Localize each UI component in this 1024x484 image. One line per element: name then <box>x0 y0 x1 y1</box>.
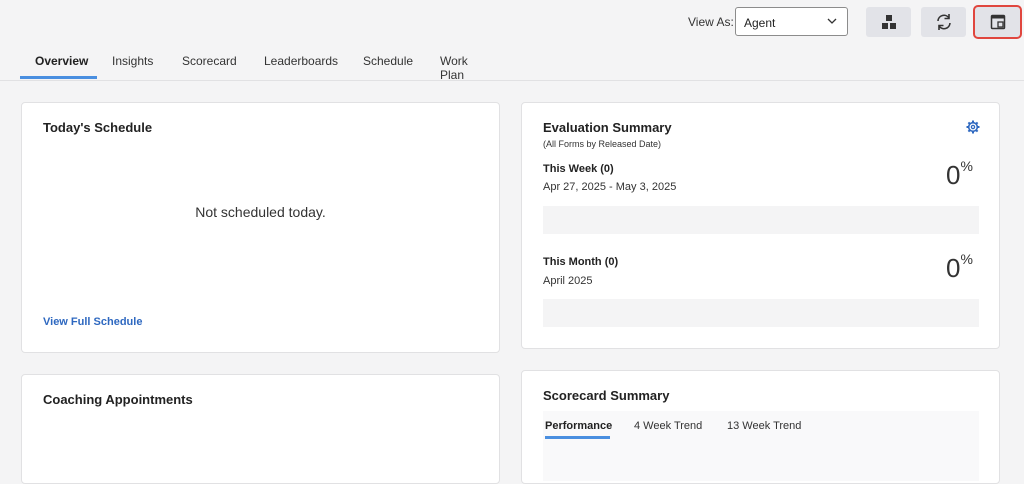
popout-window-button[interactable] <box>973 5 1022 39</box>
tab-schedule[interactable]: Schedule <box>363 54 413 81</box>
tab-work-plan[interactable]: Work Plan <box>440 54 468 82</box>
tab-leaderboards[interactable]: Leaderboards <box>264 54 338 81</box>
no-schedule-message: Not scheduled today. <box>195 204 326 220</box>
tab-selected-indicator <box>20 76 97 79</box>
view-full-schedule-link[interactable]: View Full Schedule <box>43 316 142 328</box>
todays-schedule-card: Today's Schedule Not scheduled today. Vi… <box>21 102 500 353</box>
this-month-percent: 0% <box>946 251 973 283</box>
this-week-percent: 0% <box>946 158 973 190</box>
org-chart-icon <box>881 15 896 29</box>
view-as-label: View As: <box>688 15 734 29</box>
top-bar: View As: Agent Overview Insights Scoreca… <box>0 0 1024 82</box>
tab-performance[interactable]: Performance <box>545 420 612 432</box>
scorecard-summary-title: Scorecard Summary <box>543 388 670 403</box>
evaluation-summary-title: Evaluation Summary <box>543 120 672 135</box>
scorecard-tab-indicator <box>545 436 610 439</box>
evaluation-summary-card: Evaluation Summary (All Forms by Release… <box>521 102 1000 349</box>
evaluation-summary-subtitle: (All Forms by Released Date) <box>543 139 662 149</box>
gear-icon[interactable] <box>966 120 980 134</box>
view-as-select[interactable]: Agent <box>735 7 848 36</box>
org-chart-button[interactable] <box>866 7 911 37</box>
this-week-label: This Week (0) <box>543 163 614 175</box>
chevron-down-icon <box>827 18 837 24</box>
todays-schedule-title: Today's Schedule <box>43 120 153 135</box>
tab-4-week-trend[interactable]: 4 Week Trend <box>634 420 702 432</box>
this-week-range: Apr 27, 2025 - May 3, 2025 <box>543 181 677 193</box>
view-as-value: Agent <box>744 16 776 30</box>
this-month-bar <box>543 299 979 327</box>
this-week-bar <box>543 206 979 234</box>
refresh-icon <box>936 14 951 30</box>
popout-window-icon <box>990 14 1005 30</box>
coaching-appointments-title: Coaching Appointments <box>43 392 193 407</box>
this-month-range: April 2025 <box>543 275 593 287</box>
this-month-label: This Month (0) <box>543 256 619 268</box>
tab-13-week-trend[interactable]: 13 Week Trend <box>727 420 801 432</box>
refresh-button[interactable] <box>921 7 966 37</box>
tab-scorecard[interactable]: Scorecard <box>182 54 237 81</box>
coaching-appointments-card: Coaching Appointments <box>21 374 500 484</box>
scorecard-summary-card: Scorecard Summary Performance 4 Week Tre… <box>521 370 1000 484</box>
tab-insights[interactable]: Insights <box>112 54 153 81</box>
